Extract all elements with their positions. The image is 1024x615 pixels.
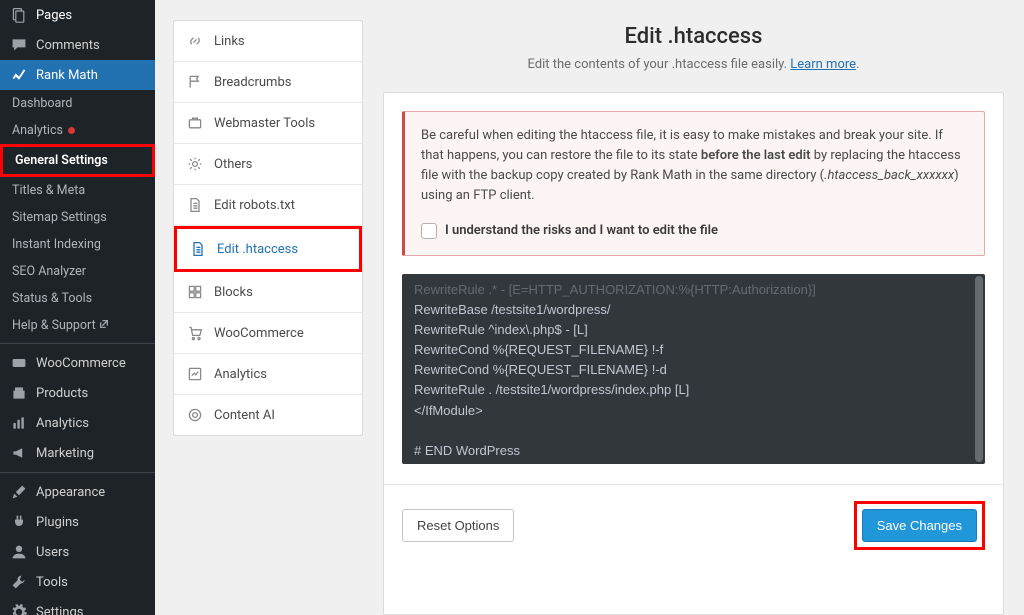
tab-label: Links bbox=[214, 34, 245, 49]
tab-analytics[interactable]: Analytics bbox=[174, 354, 362, 395]
sidebar-item-label: Marketing bbox=[36, 446, 94, 461]
sidebar-sub-seo-analyzer[interactable]: SEO Analyzer bbox=[0, 258, 155, 285]
tab-blocks[interactable]: Blocks bbox=[174, 272, 362, 313]
flag-icon bbox=[186, 73, 204, 91]
sidebar-item-comments[interactable]: Comments bbox=[0, 30, 155, 60]
tab-label: Breadcrumbs bbox=[214, 75, 291, 90]
sidebar-sub-sitemap-settings[interactable]: Sitemap Settings bbox=[0, 204, 155, 231]
main-content: Edit .htaccess Edit the contents of your… bbox=[363, 0, 1024, 615]
megaphone-icon bbox=[10, 444, 28, 462]
sidebar-item-label: Appearance bbox=[36, 485, 105, 500]
sidebar-sub-general-settings[interactable]: General Settings bbox=[0, 144, 155, 177]
sidebar-item-label: Analytics bbox=[36, 416, 89, 431]
sidebar-item-label: Products bbox=[36, 386, 88, 401]
tab-webmaster[interactable]: Webmaster Tools bbox=[174, 103, 362, 144]
briefcase-icon bbox=[186, 114, 204, 132]
tab-label: Edit .htaccess bbox=[217, 242, 298, 257]
plug-icon bbox=[10, 513, 28, 531]
tab-label: Others bbox=[214, 157, 252, 172]
sidebar-item-label: Settings bbox=[36, 605, 83, 615]
sidebar-sub-instant-indexing[interactable]: Instant Indexing bbox=[0, 231, 155, 258]
sidebar-item-products[interactable]: Products bbox=[0, 378, 155, 408]
external-icon bbox=[99, 318, 109, 328]
sidebar-item-plugins[interactable]: Plugins bbox=[0, 507, 155, 537]
brush-icon bbox=[10, 483, 28, 501]
page-subtitle: Edit the contents of your .htaccess file… bbox=[383, 57, 1004, 72]
file-icon bbox=[189, 240, 207, 258]
link-icon bbox=[186, 32, 204, 50]
sidebar-item-analytics2[interactable]: Analytics bbox=[0, 408, 155, 438]
warning-box: Be careful when editing the htaccess fil… bbox=[402, 111, 985, 256]
settings-tabs: Links Breadcrumbs Webmaster Tools Others Edi… bbox=[173, 20, 363, 436]
sidebar-item-rankmath[interactable]: Rank Math bbox=[0, 60, 155, 90]
sidebar-item-label: Rank Math bbox=[36, 68, 98, 83]
tab-robots[interactable]: Edit robots.txt bbox=[174, 185, 362, 226]
sidebar-item-tools[interactable]: Tools bbox=[0, 567, 155, 597]
tab-label: Blocks bbox=[214, 285, 253, 300]
sidebar-sub-dashboard[interactable]: Dashboard bbox=[0, 90, 155, 117]
sidebar-separator bbox=[0, 472, 155, 473]
grid-icon bbox=[186, 283, 204, 301]
woo-icon bbox=[10, 354, 28, 372]
pages-icon bbox=[10, 6, 28, 24]
settings-card: Be careful when editing the htaccess fil… bbox=[383, 92, 1004, 615]
tab-contentai[interactable]: Content AI bbox=[174, 395, 362, 435]
sidebar-item-marketing[interactable]: Marketing bbox=[0, 438, 155, 468]
rankmath-icon bbox=[10, 66, 28, 84]
tab-label: Analytics bbox=[214, 367, 267, 382]
sidebar-sub-titles-meta[interactable]: Titles & Meta bbox=[0, 177, 155, 204]
sidebar-item-label: WooCommerce bbox=[36, 356, 126, 371]
tab-others[interactable]: Others bbox=[174, 144, 362, 185]
understand-risks-checkbox[interactable] bbox=[421, 223, 437, 239]
wp-admin-sidebar: Pages Comments Rank Math DashboardAnalyt… bbox=[0, 0, 155, 615]
tab-label: WooCommerce bbox=[214, 326, 304, 341]
gear-icon bbox=[10, 603, 28, 615]
sidebar-item-appearance[interactable]: Appearance bbox=[0, 477, 155, 507]
bars-icon bbox=[10, 414, 28, 432]
sidebar-item-settings[interactable]: Settings bbox=[0, 597, 155, 615]
wrench-icon bbox=[10, 573, 28, 591]
scrollbar[interactable] bbox=[975, 276, 983, 462]
file-icon bbox=[186, 196, 204, 214]
tab-label: Edit robots.txt bbox=[214, 198, 295, 213]
comments-icon bbox=[10, 36, 28, 54]
sidebar-item-label: Users bbox=[36, 545, 69, 560]
user-icon bbox=[10, 543, 28, 561]
sidebar-item-label: Tools bbox=[36, 575, 68, 590]
sidebar-sub-analytics[interactable]: Analytics bbox=[0, 117, 155, 144]
sidebar-item-label: Plugins bbox=[36, 515, 79, 530]
reset-options-button[interactable]: Reset Options bbox=[402, 509, 514, 542]
products-icon bbox=[10, 384, 28, 402]
sidebar-item-woocommerce[interactable]: WooCommerce bbox=[0, 348, 155, 378]
sidebar-bottom-group: WooCommerce Products Analytics Marketing App… bbox=[0, 348, 155, 615]
tab-links[interactable]: Links bbox=[174, 21, 362, 62]
sidebar-item-users[interactable]: Users bbox=[0, 537, 155, 567]
tab-htaccess[interactable]: Edit .htaccess bbox=[174, 226, 362, 272]
tab-breadcrumbs[interactable]: Breadcrumbs bbox=[174, 62, 362, 103]
sidebar-separator bbox=[0, 343, 155, 344]
sidebar-item-label: Comments bbox=[36, 38, 100, 53]
page-title: Edit .htaccess bbox=[383, 24, 1004, 49]
gear-icon bbox=[186, 155, 204, 173]
learn-more-link[interactable]: Learn more bbox=[790, 57, 856, 72]
tab-woocommerce[interactable]: WooCommerce bbox=[174, 313, 362, 354]
save-changes-button[interactable]: Save Changes bbox=[862, 509, 977, 542]
rankmath-submenu: DashboardAnalyticsGeneral SettingsTitles… bbox=[0, 90, 155, 339]
sidebar-item-pages[interactable]: Pages bbox=[0, 0, 155, 30]
cart-icon bbox=[186, 324, 204, 342]
card-footer: Reset Options Save Changes bbox=[384, 484, 1003, 566]
sidebar-sub-help-support[interactable]: Help & Support bbox=[0, 312, 155, 339]
update-dot-icon bbox=[68, 127, 75, 134]
tab-label: Content AI bbox=[214, 408, 275, 423]
understand-risks-label: I understand the risks and I want to edi… bbox=[445, 221, 718, 241]
tab-label: Webmaster Tools bbox=[214, 116, 315, 131]
htaccess-editor[interactable]: RewriteRule .* - [E=HTTP_AUTHORIZATION:%… bbox=[402, 274, 985, 464]
chart-icon bbox=[186, 365, 204, 383]
sidebar-item-label: Pages bbox=[36, 8, 72, 23]
sidebar-sub-status-tools[interactable]: Status & Tools bbox=[0, 285, 155, 312]
save-highlight: Save Changes bbox=[854, 501, 985, 550]
target-icon bbox=[186, 406, 204, 424]
